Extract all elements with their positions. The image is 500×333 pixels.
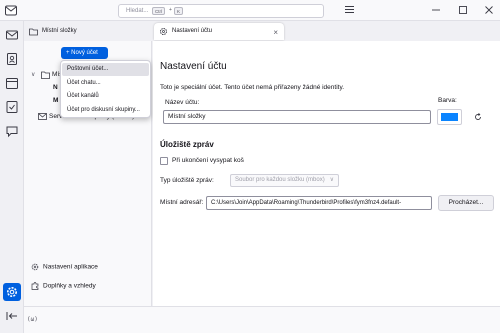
menu-item-chat-account[interactable]: Účet chatu... [62, 77, 149, 90]
chevron-down-icon[interactable]: ∨ [31, 71, 35, 78]
menu-item-newsgroup-account[interactable]: Účet pro diskusní skupiny... [62, 104, 149, 117]
tab-account-settings-label: Nastavení účtu [172, 28, 213, 34]
account-name-label: Název účtu: [165, 99, 200, 106]
address-book-icon[interactable] [5, 52, 19, 66]
tree-item-n[interactable]: N [53, 84, 58, 91]
close-tab-icon[interactable]: × [273, 24, 278, 41]
folder-icon [41, 71, 50, 79]
collapse-spaces-icon[interactable] [5, 311, 19, 321]
addons-link[interactable]: Doplňky a vzhledy [31, 282, 96, 290]
color-swatch-fill [441, 113, 458, 121]
app-settings-label: Nastavení aplikace [43, 263, 98, 271]
storage-type-label: Typ úložiště zpráv: [160, 177, 214, 184]
tab-local-folders[interactable]: Místní složky [24, 23, 152, 40]
special-account-info: Toto je speciální účet. Tento účet nemá … [160, 84, 345, 91]
menu-item-feed-account[interactable]: Účet kanálů [62, 90, 149, 103]
title-bar: Hledat... Ctrl + K [0, 0, 500, 21]
page-title: Nastavení účtu [160, 61, 227, 72]
browse-button[interactable]: Procházet... [438, 195, 494, 211]
thunderbird-logo-icon[interactable] [5, 5, 17, 16]
chat-icon[interactable] [5, 124, 19, 138]
activity-icon[interactable]: (ω) [27, 316, 38, 323]
minimize-icon[interactable] [429, 3, 443, 17]
new-account-menu: Poštovní účet... Účet chatu... Účet kaná… [60, 60, 151, 118]
puzzle-icon [31, 282, 39, 290]
tab-bar: Místní složky Nastavení účtu × [24, 21, 500, 41]
search-placeholder: Hledat... [126, 8, 149, 14]
empty-trash-label[interactable]: Při ukončení vysypat koš [172, 157, 244, 164]
account-name-field[interactable]: Místní složky [163, 110, 431, 124]
hamburger-menu-icon[interactable] [344, 4, 355, 15]
addons-label: Doplňky a vzhledy [43, 282, 96, 290]
tree-item-m[interactable]: M [53, 97, 58, 104]
color-label: Barva: [438, 97, 457, 104]
message-storage-heading: Úložiště zpráv [160, 140, 214, 149]
app-settings-link[interactable]: Nastavení aplikace [31, 263, 98, 271]
shortcut-key-ctrl: Ctrl [152, 7, 165, 15]
search-input[interactable]: Hledat... Ctrl + K [118, 4, 324, 18]
shortcut-plus: + [169, 7, 172, 13]
gear-icon [7, 287, 17, 297]
mail-icon[interactable] [5, 28, 19, 42]
settings-space-button[interactable] [3, 283, 21, 301]
tab-account-settings[interactable]: Nastavení účtu × [154, 23, 284, 40]
local-directory-field[interactable]: C:\Users\Join\AppData\Roaming\Thunderbir… [206, 196, 432, 210]
empty-trash-checkbox[interactable] [160, 157, 168, 165]
status-bar: (ω) [24, 306, 500, 333]
storage-type-value: Soubor pro každou složku (mbox) [235, 177, 325, 183]
gear-icon [160, 28, 167, 35]
new-account-button[interactable]: + Nový účet [61, 47, 108, 59]
color-picker[interactable] [437, 109, 462, 125]
account-settings-panel: Nastavení účtu Toto je speciální účet. T… [153, 41, 500, 306]
gear-icon [31, 263, 39, 271]
menu-item-mail-account[interactable]: Poštovní účet... [62, 63, 149, 76]
close-window-icon[interactable] [482, 3, 496, 17]
storage-type-select[interactable]: Soubor pro každou složku (mbox) ∨ [230, 174, 339, 187]
tasks-icon[interactable] [5, 100, 19, 114]
tab-local-folders-label: Místní složky [42, 28, 77, 34]
spaces-toolbar [0, 21, 24, 333]
maximize-icon[interactable] [456, 3, 470, 17]
outgoing-mail-icon [38, 113, 47, 120]
calendar-icon[interactable] [5, 76, 19, 90]
reset-color-icon[interactable] [474, 113, 482, 121]
chevron-down-icon: ∨ [329, 177, 334, 183]
local-directory-label: Místní adresář: [160, 199, 204, 206]
folder-icon [29, 28, 38, 36]
shortcut-key-k: K [174, 7, 184, 15]
